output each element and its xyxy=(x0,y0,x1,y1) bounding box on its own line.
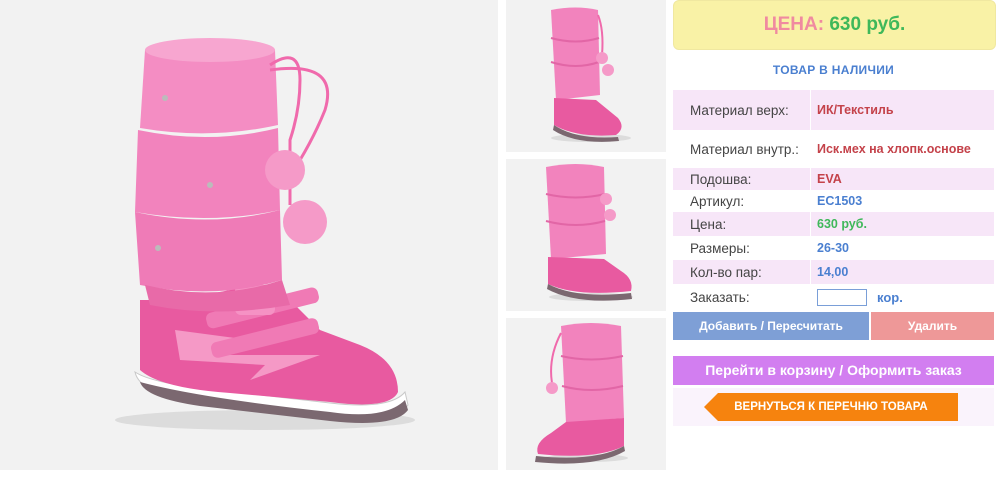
spec-value: Иск.мех на хлопк.основе xyxy=(817,142,971,156)
spec-row-pairs: Кол-во пар: 14,00 xyxy=(673,260,994,284)
order-row: Заказать: кор. xyxy=(673,284,994,310)
spec-key: Материал верх: xyxy=(673,90,811,130)
price-label: ЦЕНА: xyxy=(763,14,825,35)
back-button-container: ВЕРНУТЬСЯ К ПЕРЕЧНЮ ТОВАРА xyxy=(673,388,994,426)
go-to-cart-button[interactable]: Перейти в корзину / Оформить заказ xyxy=(673,356,994,385)
price-value: 630 руб. xyxy=(829,14,906,35)
spec-value: 630 руб. xyxy=(817,217,867,231)
delete-button[interactable]: Удалить xyxy=(871,312,994,340)
thumbnail-2[interactable] xyxy=(506,159,666,311)
spec-key: Артикул: xyxy=(673,190,811,212)
order-unit: кор. xyxy=(877,289,903,305)
spec-value: 14,00 xyxy=(817,265,849,279)
spec-row-price: Цена: 630 руб. xyxy=(673,212,994,236)
spec-row-material-upper: Материал верх: ИК/Текстиль xyxy=(673,90,994,130)
spec-key: Подошва: xyxy=(673,168,811,190)
spec-key: Материал внутр.: xyxy=(673,130,811,168)
spec-value: EC1503 xyxy=(817,194,863,208)
spec-value: 26-30 xyxy=(817,241,849,255)
add-recalculate-button[interactable]: Добавить / Пересчитать xyxy=(673,312,869,340)
spec-value: EVA xyxy=(817,172,842,186)
spec-row-article: Артикул: EC1503 xyxy=(673,190,994,212)
spec-key: Цена: xyxy=(673,212,811,236)
thumbnail-1[interactable] xyxy=(506,0,666,152)
main-product-photo xyxy=(0,0,498,470)
thumbnail-3[interactable] xyxy=(506,318,666,470)
spec-key: Кол-во пар: xyxy=(673,260,811,284)
order-label: Заказать: xyxy=(673,284,811,310)
spec-row-material-inner: Материал внутр.: Иск.мех на хлопк.основе xyxy=(673,130,994,168)
spec-key: Размеры: xyxy=(673,236,811,260)
back-to-list-button[interactable]: ВЕРНУТЬСЯ К ПЕРЕЧНЮ ТОВАРА xyxy=(704,393,958,421)
spec-row-sizes: Размеры: 26-30 xyxy=(673,236,994,260)
order-quantity-input[interactable] xyxy=(817,288,867,306)
price-banner: ЦЕНА: 630 руб. xyxy=(673,0,996,50)
spec-value: ИК/Текстиль xyxy=(817,103,894,117)
stock-status: ТОВАР В НАЛИЧИИ xyxy=(772,63,895,77)
spec-row-sole: Подошва: EVA xyxy=(673,168,994,190)
